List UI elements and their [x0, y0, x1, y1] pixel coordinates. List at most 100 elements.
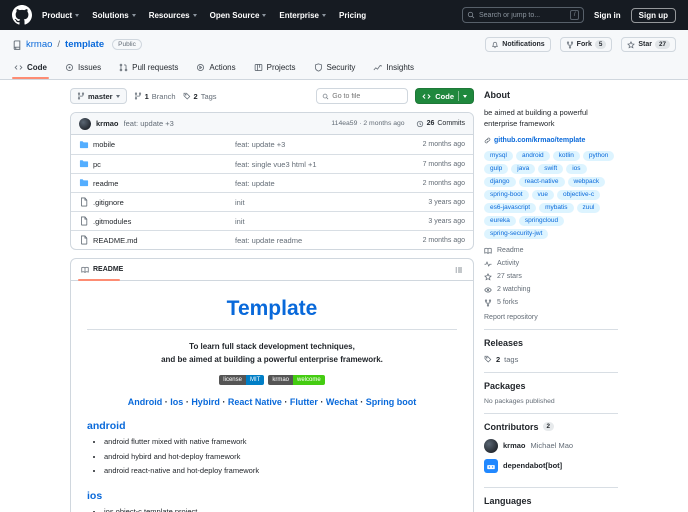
- file-name-link[interactable]: .gitignore: [93, 198, 235, 207]
- nav-menu-item[interactable]: Product: [42, 11, 79, 20]
- file-name-link[interactable]: .gitmodules: [93, 217, 235, 226]
- readme-link[interactable]: Android: [128, 397, 163, 407]
- topic-chip[interactable]: mybatis: [539, 202, 574, 213]
- file-row[interactable]: .gitmodules init 3 years ago: [71, 211, 473, 230]
- topic-chip[interactable]: objective-c: [557, 189, 601, 200]
- notifications-button[interactable]: Notifications: [485, 37, 551, 52]
- contributor-row[interactable]: dependabot[bot]: [484, 458, 618, 473]
- topic-chip[interactable]: java: [511, 163, 536, 174]
- topic-chip[interactable]: android: [515, 150, 550, 161]
- tab-issues[interactable]: Issues: [59, 59, 107, 79]
- readme-link[interactable]: Hybird: [191, 397, 220, 407]
- file-row[interactable]: pc feat: single vue3 html +1 7 months ag…: [71, 154, 473, 173]
- tab-actions[interactable]: Actions: [190, 59, 241, 79]
- shield-badge[interactable]: license MIT: [219, 375, 265, 386]
- readme-tab[interactable]: README: [93, 266, 123, 273]
- nav-menu-item[interactable]: Pricing: [339, 11, 366, 20]
- file-name-link[interactable]: pc: [93, 160, 235, 169]
- nav-menu-item[interactable]: Resources: [149, 11, 197, 20]
- shield-badge[interactable]: krmao welcome: [268, 375, 325, 386]
- commit-message-link[interactable]: feat: update +3: [124, 119, 327, 128]
- nav-menu-item[interactable]: Solutions: [92, 11, 135, 20]
- github-logo-icon[interactable]: [12, 5, 32, 25]
- repo-name-link[interactable]: template: [65, 39, 104, 50]
- readme-link[interactable]: Spring boot: [366, 397, 417, 407]
- tags-link[interactable]: 2 tags: [484, 355, 618, 364]
- readme-link[interactable]: React Native: [228, 397, 282, 407]
- commit-hash-time[interactable]: 114ea59 · 2 months ago: [331, 120, 404, 127]
- readme-link[interactable]: Ios: [170, 397, 183, 407]
- topic-chip[interactable]: es6-javascript: [484, 202, 537, 213]
- sign-in-link[interactable]: Sign in: [594, 11, 621, 20]
- topic-chip[interactable]: spring-security-jwt: [484, 228, 549, 239]
- sidebar-item-forks[interactable]: 5 forks: [484, 298, 618, 307]
- dependabot-avatar[interactable]: [484, 458, 498, 473]
- tab-projects[interactable]: Projects: [248, 59, 302, 79]
- nav-menu-item[interactable]: Open Source: [210, 11, 267, 20]
- topic-chip[interactable]: django: [484, 176, 516, 187]
- tab-security[interactable]: Security: [308, 59, 362, 79]
- outline-icon[interactable]: [455, 266, 463, 274]
- report-repository-link[interactable]: Report repository: [484, 314, 618, 321]
- fork-button[interactable]: Fork 5: [559, 37, 613, 52]
- file-type-icon: [79, 178, 93, 188]
- file-commit-message[interactable]: feat: single vue3 html +1: [235, 160, 399, 169]
- file-name-link[interactable]: readme: [93, 179, 235, 188]
- code-download-button[interactable]: Code: [415, 88, 474, 104]
- go-to-file-search[interactable]: [316, 88, 409, 104]
- contributors-section: Contributors 2 krmao Michael Mao dependa…: [484, 422, 618, 488]
- section-heading[interactable]: android: [87, 420, 457, 432]
- section-heading[interactable]: ios: [87, 490, 457, 502]
- tab-pull-requests[interactable]: Pull requests: [113, 59, 184, 79]
- tab-insights[interactable]: Insights: [367, 59, 420, 79]
- topic-chip[interactable]: eureka: [484, 215, 516, 226]
- commit-history-link[interactable]: 26 Commits: [416, 120, 465, 128]
- file-commit-message[interactable]: feat: update: [235, 179, 399, 188]
- topic-chip[interactable]: gulp: [484, 163, 509, 174]
- file-name-link[interactable]: mobile: [93, 140, 235, 149]
- sidebar-item-activity[interactable]: Activity: [484, 260, 618, 268]
- sidebar-item-stars[interactable]: 27 stars: [484, 272, 618, 281]
- file-name-link[interactable]: README.md: [93, 236, 235, 245]
- commit-author-link[interactable]: krmao: [96, 119, 119, 128]
- topic-chip[interactable]: python: [582, 150, 615, 161]
- tab-code[interactable]: Code: [8, 59, 53, 79]
- topic-chip[interactable]: react-native: [518, 176, 565, 187]
- readme-title[interactable]: Template: [87, 297, 457, 330]
- topic-chip[interactable]: swift: [538, 163, 564, 174]
- file-row[interactable]: mobile feat: update +3 2 months ago: [71, 135, 473, 154]
- star-button[interactable]: Star 27: [621, 37, 676, 52]
- tags-link[interactable]: 2 Tags: [183, 92, 217, 101]
- file-commit-message[interactable]: feat: update readme: [235, 236, 399, 245]
- topic-chip[interactable]: ios: [566, 163, 587, 174]
- sidebar-item-readme[interactable]: Readme: [484, 247, 618, 255]
- global-search-input[interactable]: Search or jump to... /: [462, 7, 584, 23]
- topic-chip[interactable]: mysql: [484, 150, 513, 161]
- go-to-file-input[interactable]: [332, 92, 403, 100]
- sidebar-item-watching[interactable]: 2 watching: [484, 286, 618, 294]
- topic-chip[interactable]: spring-boot: [484, 189, 529, 200]
- avatar[interactable]: [79, 117, 91, 130]
- branches-link[interactable]: 1 Branch: [134, 92, 176, 101]
- topic-chip[interactable]: webpack: [567, 176, 606, 187]
- readme-link[interactable]: Flutter: [290, 397, 318, 407]
- file-row[interactable]: readme feat: update 2 months ago: [71, 173, 473, 192]
- topic-chip[interactable]: springcloud: [518, 215, 565, 226]
- file-commit-message[interactable]: feat: update +3: [235, 140, 399, 149]
- sign-up-button[interactable]: Sign up: [630, 7, 676, 23]
- topic-chip[interactable]: kotlin: [552, 150, 580, 161]
- readme-content: Template To learn full stack development…: [71, 281, 473, 512]
- file-row[interactable]: README.md feat: update readme 2 months a…: [71, 230, 473, 249]
- file-commit-message[interactable]: init: [235, 198, 399, 207]
- file-commit-message[interactable]: init: [235, 217, 399, 226]
- topic-chip[interactable]: zuul: [576, 202, 601, 213]
- branch-selector[interactable]: master: [70, 88, 127, 104]
- readme-link[interactable]: Wechat: [326, 397, 358, 407]
- avatar[interactable]: [484, 438, 498, 453]
- repo-website-link[interactable]: github.com/krmao/template: [484, 137, 618, 144]
- file-row[interactable]: .gitignore init 3 years ago: [71, 192, 473, 211]
- repo-owner-link[interactable]: krmao: [26, 39, 52, 50]
- topic-chip[interactable]: vue: [531, 189, 555, 200]
- contributor-row[interactable]: krmao Michael Mao: [484, 438, 618, 453]
- nav-menu-item[interactable]: Enterprise: [279, 11, 326, 20]
